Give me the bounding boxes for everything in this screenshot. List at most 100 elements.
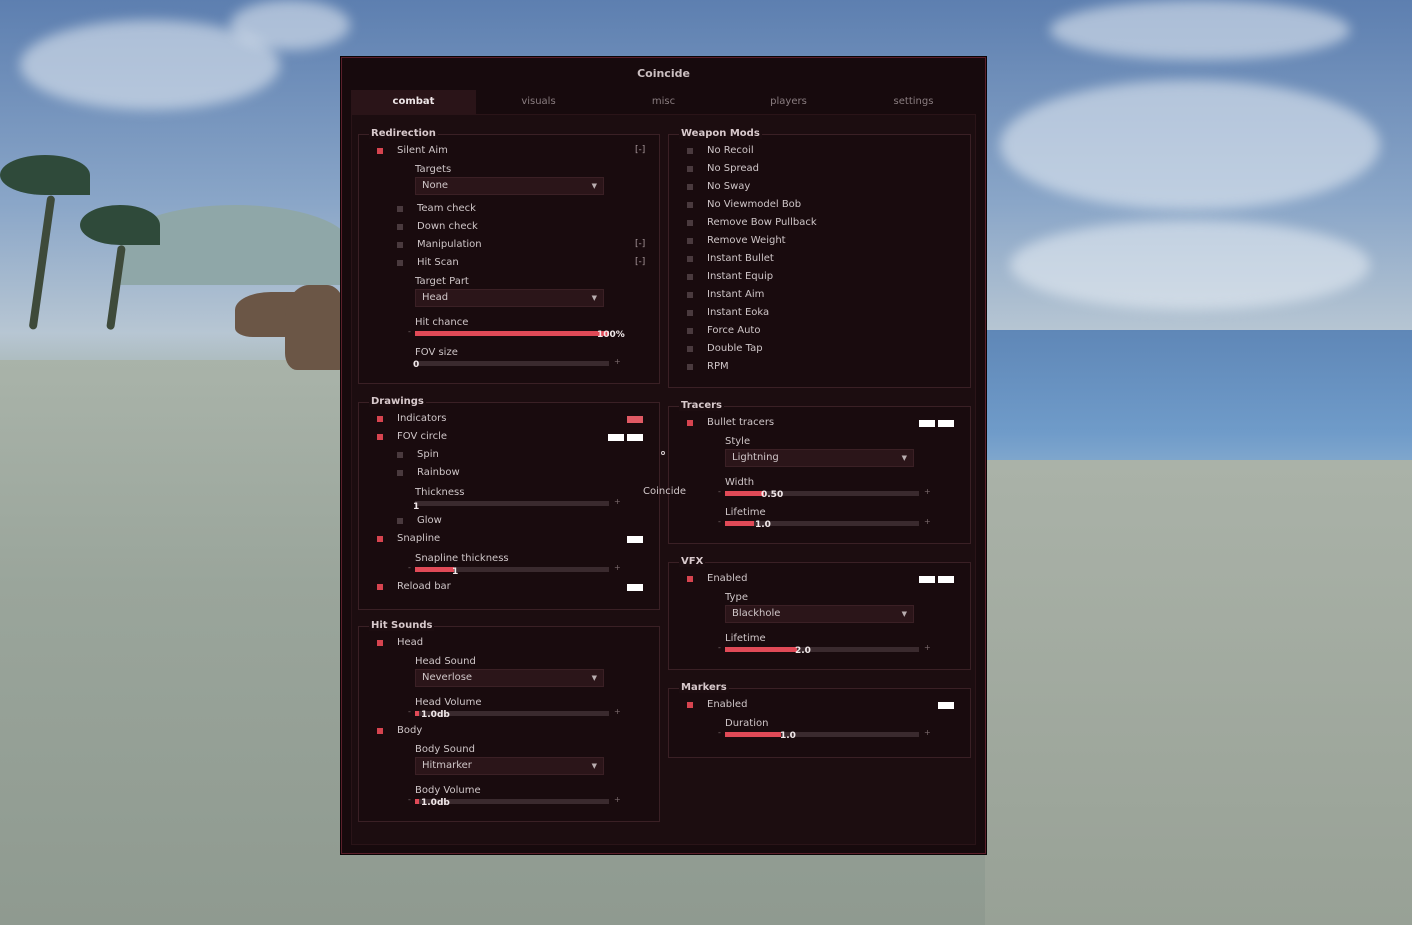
slider-decrement[interactable]: - [408, 795, 411, 804]
checkbox[interactable] [687, 238, 693, 244]
checkbox[interactable] [687, 310, 693, 316]
vfx-enabled-toggle[interactable]: Enabled [687, 572, 747, 586]
head-sound-dropdown[interactable]: Neverlose ▼ [415, 669, 604, 687]
color-picker[interactable] [627, 434, 643, 441]
weapon-mod-toggle[interactable]: Remove Weight [687, 234, 786, 248]
indicators-toggle[interactable]: Indicators [377, 412, 446, 426]
tab-misc[interactable]: misc [601, 90, 726, 114]
checkbox[interactable] [687, 148, 693, 154]
tab-visuals[interactable]: visuals [476, 90, 601, 114]
checkbox[interactable] [397, 206, 403, 212]
rainbow-toggle[interactable]: Rainbow [397, 466, 460, 480]
slider-decrement[interactable]: - [718, 517, 721, 526]
tab-players[interactable]: players [726, 90, 851, 114]
checkbox[interactable] [377, 728, 383, 734]
weapon-mod-toggle[interactable]: Double Tap [687, 342, 763, 356]
bullet-tracers-toggle[interactable]: Bullet tracers [687, 416, 774, 430]
weapon-mod-toggle[interactable]: No Sway [687, 180, 750, 194]
color-picker[interactable] [919, 576, 935, 583]
checkbox[interactable] [397, 242, 403, 248]
checkbox[interactable] [687, 702, 693, 708]
checkbox[interactable] [397, 224, 403, 230]
checkbox[interactable] [687, 576, 693, 582]
slider-increment[interactable]: + [614, 357, 621, 366]
slider-decrement[interactable]: - [718, 643, 721, 652]
hit-scan-toggle[interactable]: Hit Scan [397, 256, 459, 270]
weapon-mod-toggle[interactable]: RPM [687, 360, 729, 374]
tab-settings[interactable]: settings [851, 90, 976, 114]
slider-decrement[interactable]: - [408, 563, 411, 572]
spin-toggle[interactable]: Spin [397, 448, 439, 462]
weapon-mod-toggle[interactable]: Remove Bow Pullback [687, 216, 817, 230]
keybind-button[interactable]: [-] [635, 145, 645, 155]
color-picker[interactable] [919, 420, 935, 427]
weapon-mod-toggle[interactable]: Instant Aim [687, 288, 764, 302]
type-dropdown[interactable]: Blackhole ▼ [725, 605, 914, 623]
checkbox[interactable] [687, 420, 693, 426]
checkbox[interactable] [397, 518, 403, 524]
color-picker[interactable] [938, 420, 954, 427]
body-toggle[interactable]: Body [377, 724, 422, 738]
target-part-dropdown[interactable]: Head ▼ [415, 289, 604, 307]
checkbox[interactable] [687, 346, 693, 352]
glow-toggle[interactable]: Glow [397, 514, 442, 528]
snapline-toggle[interactable]: Snapline [377, 532, 440, 546]
color-picker[interactable] [627, 536, 643, 543]
checkbox[interactable] [687, 202, 693, 208]
weapon-mod-toggle[interactable]: No Spread [687, 162, 759, 176]
checkbox[interactable] [377, 434, 383, 440]
thickness-slider[interactable] [415, 501, 609, 506]
snapline-thickness-slider[interactable] [415, 567, 609, 572]
checkbox[interactable] [687, 220, 693, 226]
checkbox[interactable] [687, 364, 693, 370]
slider-increment[interactable]: + [924, 487, 931, 496]
keybind-button[interactable]: [-] [635, 257, 645, 267]
slider-decrement[interactable]: - [718, 487, 721, 496]
tab-combat[interactable]: combat [351, 90, 476, 114]
reload-bar-toggle[interactable]: Reload bar [377, 580, 451, 594]
checkbox[interactable] [687, 292, 693, 298]
checkbox[interactable] [687, 328, 693, 334]
body-sound-dropdown[interactable]: Hitmarker ▼ [415, 757, 604, 775]
slider-increment[interactable]: + [614, 795, 621, 804]
vfx-lifetime-slider[interactable] [725, 647, 919, 652]
checkbox[interactable] [377, 148, 383, 154]
slider-increment[interactable]: + [924, 643, 931, 652]
checkbox[interactable] [397, 452, 403, 458]
slider-decrement[interactable]: - [408, 707, 411, 716]
fov-size-slider[interactable] [415, 361, 609, 366]
color-picker[interactable] [627, 416, 643, 423]
weapon-mod-toggle[interactable]: No Recoil [687, 144, 754, 158]
style-dropdown[interactable]: Lightning ▼ [725, 449, 914, 467]
slider-increment[interactable]: + [924, 517, 931, 526]
checkbox[interactable] [397, 470, 403, 476]
team-check-toggle[interactable]: Team check [397, 202, 476, 216]
checkbox[interactable] [377, 584, 383, 590]
checkbox[interactable] [377, 640, 383, 646]
targets-dropdown[interactable]: None ▼ [415, 177, 604, 195]
checkbox[interactable] [687, 166, 693, 172]
slider-increment[interactable]: + [614, 497, 621, 506]
checkbox[interactable] [687, 274, 693, 280]
markers-enabled-toggle[interactable]: Enabled [687, 698, 747, 712]
color-picker[interactable] [627, 584, 643, 591]
hit-chance-slider[interactable] [415, 331, 609, 336]
slider-decrement[interactable]: - [718, 728, 721, 737]
head-toggle[interactable]: Head [377, 636, 423, 650]
weapon-mod-toggle[interactable]: Instant Bullet [687, 252, 774, 266]
slider-increment[interactable]: + [924, 728, 931, 737]
checkbox[interactable] [687, 184, 693, 190]
weapon-mod-toggle[interactable]: No Viewmodel Bob [687, 198, 801, 212]
checkbox[interactable] [377, 416, 383, 422]
manipulation-toggle[interactable]: Manipulation [397, 238, 482, 252]
weapon-mod-toggle[interactable]: Instant Eoka [687, 306, 769, 320]
color-picker[interactable] [938, 576, 954, 583]
silent-aim-toggle[interactable]: Silent Aim [377, 144, 448, 158]
keybind-button[interactable]: [-] [635, 239, 645, 249]
slider-increment[interactable]: + [614, 707, 621, 716]
color-picker[interactable] [608, 434, 624, 441]
down-check-toggle[interactable]: Down check [397, 220, 478, 234]
slider-decrement[interactable]: - [408, 327, 411, 336]
width-slider[interactable] [725, 491, 919, 496]
weapon-mod-toggle[interactable]: Force Auto [687, 324, 760, 338]
